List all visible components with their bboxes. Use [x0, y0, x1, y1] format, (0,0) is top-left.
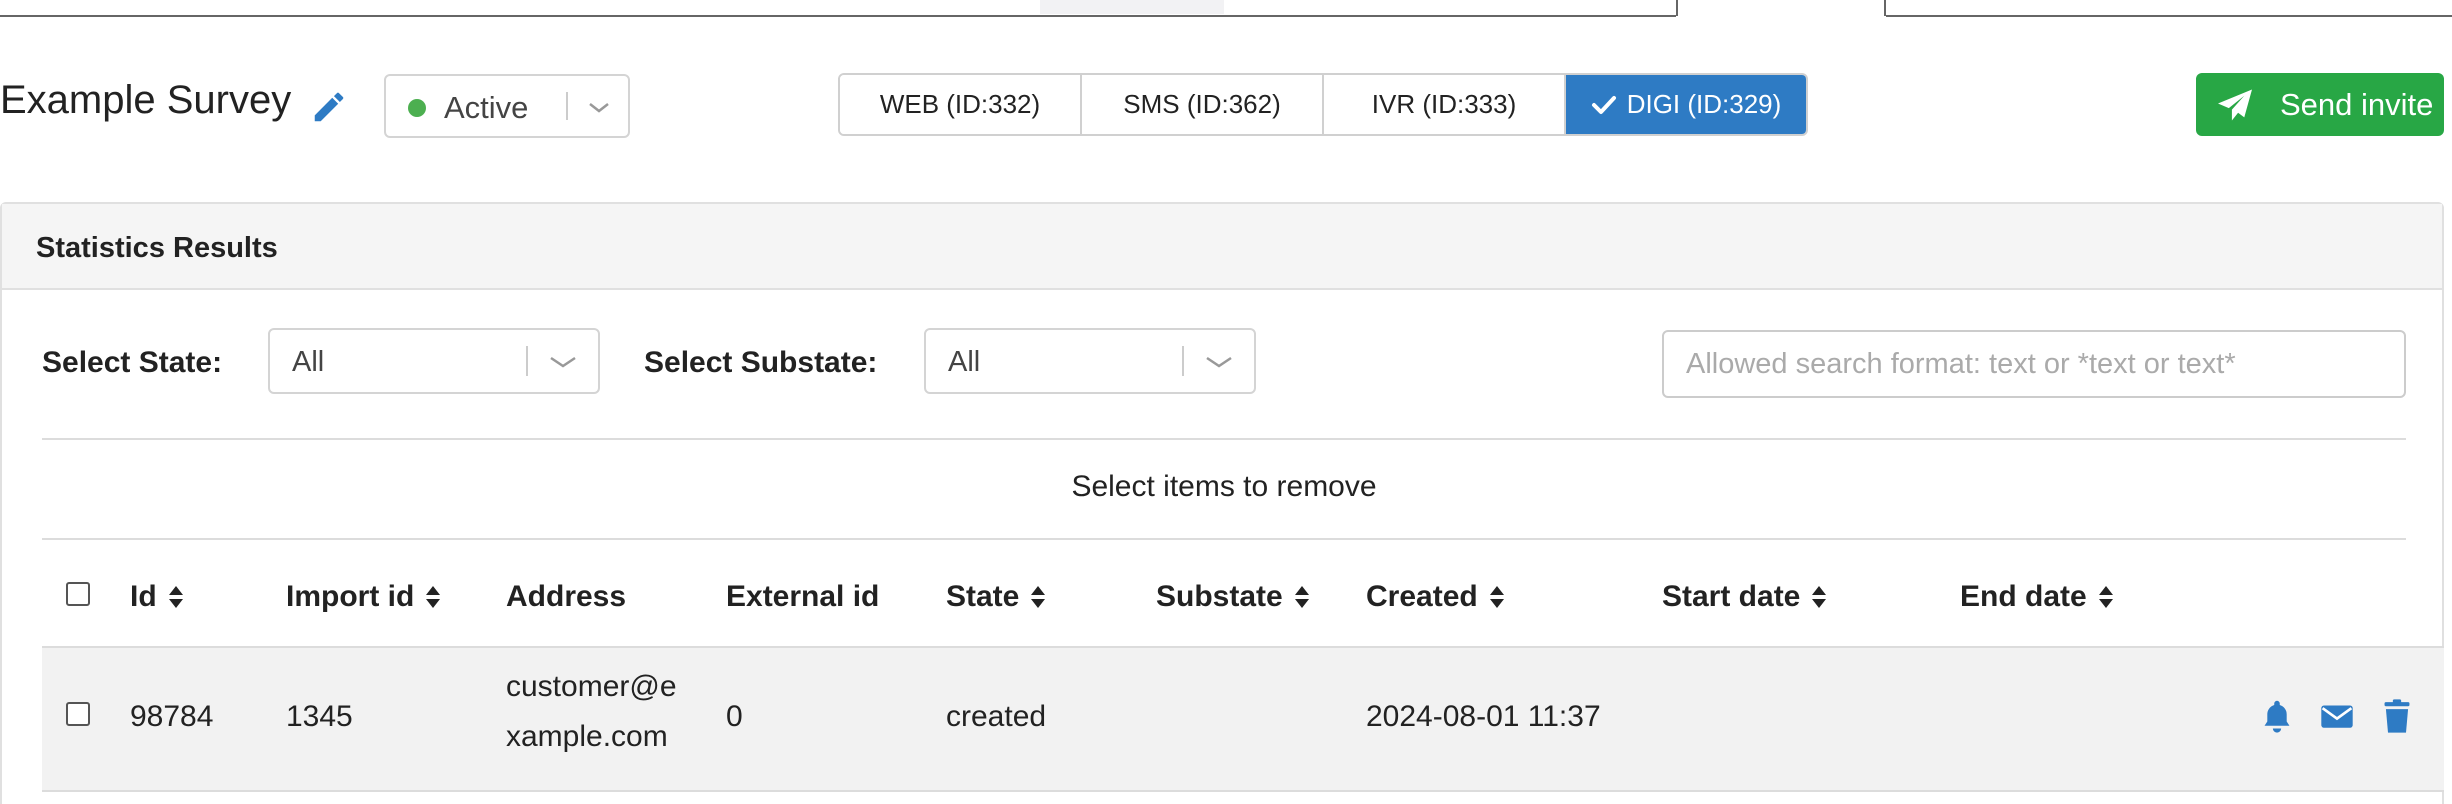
cell-address-line: customer@e: [506, 670, 677, 703]
bell-icon[interactable]: [2260, 698, 2294, 734]
status-label: Active: [444, 90, 529, 125]
channel-tab-label: IVR (ID:333): [1371, 89, 1517, 119]
divider: [42, 438, 2406, 440]
state-select-value: All: [292, 346, 325, 378]
sort-icon: [1294, 586, 1309, 608]
statistics-panel: Statistics Results Select State: All Sel…: [0, 202, 2444, 804]
column-header-import-id[interactable]: Import id: [286, 580, 442, 614]
cell-id: 98784: [130, 700, 214, 733]
column-header-state[interactable]: State: [946, 580, 1047, 614]
table-row: [42, 646, 2444, 792]
select-separator: [526, 346, 528, 376]
paper-plane-icon: [2218, 89, 2252, 120]
channel-tab-ivr[interactable]: IVR (ID:333): [1324, 75, 1566, 134]
envelope-icon[interactable]: [2320, 698, 2354, 734]
column-header-created[interactable]: Created: [1366, 580, 1506, 614]
column-header-label: Address: [506, 580, 627, 613]
cell-created: 2024-08-01 11:37: [1366, 700, 1601, 733]
column-header-substate[interactable]: Substate: [1156, 580, 1311, 614]
chevron-down-icon: [550, 356, 576, 368]
panel-header: Statistics Results: [2, 204, 2442, 290]
remove-caption: Select items to remove: [1071, 470, 1377, 503]
column-header-start-date[interactable]: Start date: [1662, 580, 1828, 614]
column-header-external-id: External id: [726, 580, 879, 614]
survey-title: Example Survey: [0, 78, 292, 122]
state-select[interactable]: All: [268, 328, 600, 394]
select-all-checkbox[interactable]: [66, 582, 90, 606]
sort-icon: [1031, 586, 1046, 608]
column-header-label: Created: [1366, 580, 1478, 613]
cell-state: created: [946, 700, 1047, 733]
cell-import-id: 1345: [286, 700, 353, 733]
send-invite-button[interactable]: Send invite: [2196, 73, 2444, 136]
cell-address-line: xample.com: [506, 720, 668, 753]
sort-icon: [2098, 586, 2113, 608]
status-dot-icon: [408, 99, 426, 117]
cell-address: customer@e xample.com: [506, 662, 677, 762]
search-input[interactable]: [1662, 330, 2406, 398]
column-header-address: Address: [506, 580, 626, 614]
row-checkbox[interactable]: [66, 702, 90, 726]
status-select[interactable]: Active: [384, 74, 630, 138]
column-header-label: End date: [1960, 580, 2087, 613]
select-separator: [566, 92, 568, 120]
column-header-label: External id: [726, 580, 880, 613]
tab-strip-line: [1886, 15, 2452, 17]
sort-icon: [1489, 586, 1504, 608]
channel-tabs: WEB (ID:332) SMS (ID:362) IVR (ID:333) D…: [838, 73, 1808, 136]
tab-strip-shade: [1040, 0, 1224, 14]
panel-title: Statistics Results: [36, 232, 278, 264]
chevron-down-icon: [589, 103, 609, 113]
channel-tab-web[interactable]: WEB (ID:332): [840, 75, 1082, 134]
cell-external-id: 0: [726, 700, 743, 733]
sort-icon: [168, 586, 183, 608]
channel-tab-label: WEB (ID:332): [879, 89, 1041, 119]
tab-strip-line: [0, 15, 1676, 17]
trash-icon[interactable]: [2380, 698, 2414, 734]
top-tab-strip: [0, 0, 2452, 18]
column-header-label: Import id: [286, 580, 415, 613]
select-separator: [1182, 346, 1184, 376]
pencil-icon[interactable]: [310, 88, 348, 126]
check-icon: [1591, 95, 1616, 114]
send-invite-label: Send invite: [2280, 86, 2434, 122]
sort-icon: [1812, 586, 1827, 608]
channel-tab-label: SMS (ID:362): [1123, 89, 1281, 119]
column-header-label: Substate: [1156, 580, 1283, 613]
channel-tab-label: DIGI (ID:329): [1626, 89, 1782, 119]
divider: [42, 538, 2406, 540]
column-header-id[interactable]: Id: [130, 580, 185, 614]
substate-select[interactable]: All: [924, 328, 1256, 394]
column-header-label: Id: [130, 580, 157, 613]
chevron-down-icon: [1206, 356, 1232, 368]
channel-tab-digi[interactable]: DIGI (ID:329): [1566, 75, 1806, 134]
substate-filter-label: Select Substate:: [644, 346, 878, 379]
state-filter-label: Select State:: [42, 346, 223, 379]
tab-strip-active-tab[interactable]: [1676, 0, 1886, 16]
column-header-label: Start date: [1662, 580, 1801, 613]
column-header-end-date[interactable]: End date: [1960, 580, 2115, 614]
substate-select-value: All: [948, 346, 981, 378]
channel-tab-sms[interactable]: SMS (ID:362): [1082, 75, 1324, 134]
sort-icon: [426, 586, 441, 608]
column-header-label: State: [946, 580, 1020, 613]
